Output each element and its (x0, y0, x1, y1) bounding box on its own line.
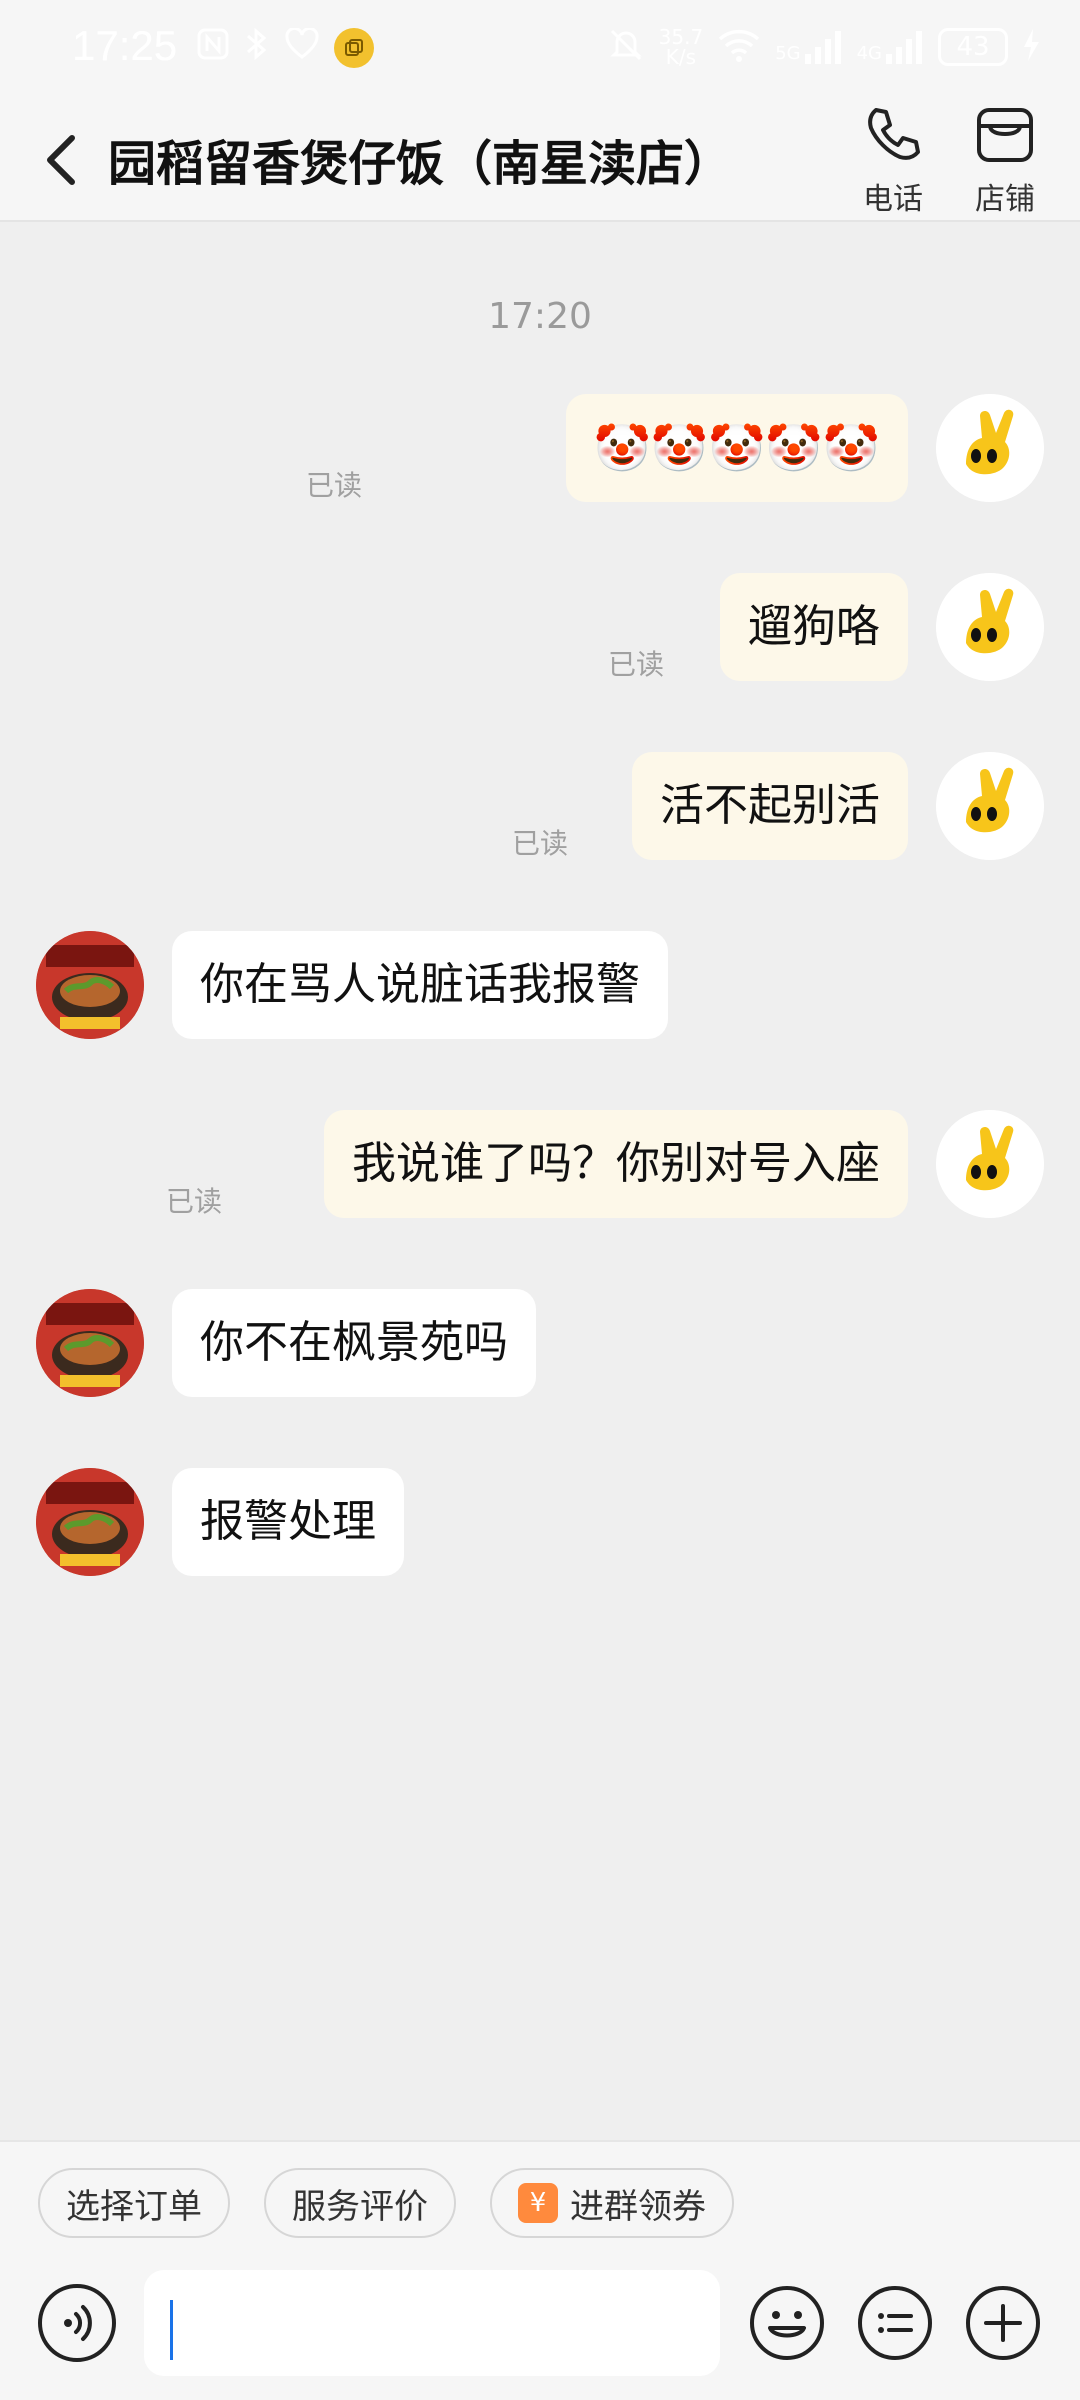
menu-list-button[interactable] (856, 2284, 934, 2362)
shop-avatar[interactable] (36, 1468, 144, 1576)
voice-input-button[interactable] (38, 2284, 116, 2362)
signal-5g-label: 5G (775, 43, 801, 64)
shop-avatar[interactable] (36, 931, 144, 1039)
charging-icon (1022, 28, 1040, 66)
phone-icon (868, 108, 920, 160)
read-receipt: 已读 (607, 648, 664, 681)
emoji-icon (750, 2286, 824, 2360)
store-icon (977, 108, 1033, 162)
shop-label: 店铺 (975, 182, 1035, 217)
signal-5g-icon: 5G (775, 30, 842, 64)
hand-mascot-icon (936, 394, 1044, 502)
message-bubble-outgoing[interactable]: 遛狗咯 (720, 573, 908, 681)
status-right-icons: 35.7 K/s 5G 4G 43 (607, 26, 1040, 68)
wifi-icon (717, 27, 761, 67)
page-title: 园稻留香煲仔饭（南星渎店） (108, 136, 733, 192)
network-speed-value: 35.7 (658, 25, 704, 49)
nfc-icon (196, 27, 230, 69)
join-group-label: 进群领券 (570, 2186, 706, 2227)
heart-icon (284, 26, 320, 68)
signal-4g-icon: 4G (857, 30, 924, 64)
quick-action-bar: 选择订单 服务评价 ¥ 进群领券 (0, 2140, 1080, 2260)
message-row: 你不在枫景苑吗 (0, 1289, 1080, 1399)
status-bar: 17:25 35.7 K/s 5G 4G 43 (0, 0, 1080, 100)
read-receipt: 已读 (165, 1185, 222, 1218)
user-avatar[interactable] (936, 394, 1044, 502)
plus-icon (966, 2286, 1040, 2360)
message-row: 你在骂人说脏话我报警 (0, 931, 1080, 1041)
mute-icon (607, 26, 645, 68)
message-bubble-incoming[interactable]: 报警处理 (172, 1468, 404, 1576)
read-receipt: 已读 (305, 469, 362, 502)
message-bubble-incoming[interactable]: 你在骂人说脏话我报警 (172, 931, 668, 1039)
status-left-icons (196, 26, 374, 70)
join-group-chip[interactable]: ¥ 进群领券 (490, 2168, 734, 2238)
network-speed: 35.7 K/s (659, 27, 704, 67)
battery-indicator: 43 (938, 28, 1008, 66)
call-button[interactable]: 电话 (848, 104, 938, 218)
message-row: 已读 活不起别活 (0, 752, 1080, 862)
chat-timestamp: 17:20 (488, 296, 592, 337)
message-bubble-outgoing[interactable]: 🤡🤡🤡🤡🤡 (565, 394, 908, 502)
hand-mascot-icon (936, 752, 1044, 860)
select-order-chip[interactable]: 选择订单 (38, 2168, 230, 2238)
hand-mascot-icon (936, 573, 1044, 681)
read-receipt: 已读 (511, 827, 568, 860)
app-notification-icon (334, 28, 374, 68)
message-row: 报警处理 (0, 1468, 1080, 1578)
user-avatar[interactable] (936, 752, 1044, 860)
hand-mascot-icon (936, 1110, 1044, 1218)
message-row: 已读 🤡🤡🤡🤡🤡 (0, 394, 1080, 504)
network-speed-unit: K/s (665, 45, 697, 69)
message-bubble-outgoing[interactable]: 我说谁了吗？你别对号入座 (324, 1110, 908, 1218)
message-bubble-outgoing[interactable]: 活不起别活 (632, 752, 908, 860)
shop-button[interactable]: 店铺 (960, 104, 1050, 218)
back-button[interactable] (38, 130, 88, 190)
add-more-button[interactable] (964, 2284, 1042, 2362)
restaurant-logo-icon (36, 1468, 144, 1576)
restaurant-logo-icon (36, 1289, 144, 1397)
text-cursor (170, 2300, 173, 2360)
user-avatar[interactable] (936, 573, 1044, 681)
status-time: 17:25 (72, 22, 178, 69)
message-row: 已读 我说谁了吗？你别对号入座 (0, 1110, 1080, 1220)
user-avatar[interactable] (936, 1110, 1044, 1218)
composer-bar (0, 2260, 1080, 2400)
emoji-button[interactable] (748, 2284, 826, 2362)
voice-icon (64, 2305, 92, 2341)
chevron-left-icon (47, 135, 75, 185)
message-bubble-incoming[interactable]: 你不在枫景苑吗 (172, 1289, 536, 1397)
message-row: 已读 遛狗咯 (0, 573, 1080, 683)
call-label: 电话 (863, 182, 923, 217)
restaurant-logo-icon (36, 931, 144, 1039)
shop-avatar[interactable] (36, 1289, 144, 1397)
message-input[interactable] (144, 2270, 720, 2376)
list-icon (858, 2286, 932, 2360)
coupon-icon: ¥ (518, 2183, 558, 2223)
service-review-chip[interactable]: 服务评价 (264, 2168, 456, 2238)
signal-4g-label: 4G (856, 43, 882, 64)
bluetooth-icon (244, 26, 270, 70)
chat-header: 园稻留香煲仔饭（南星渎店） 电话 店铺 (0, 100, 1080, 222)
